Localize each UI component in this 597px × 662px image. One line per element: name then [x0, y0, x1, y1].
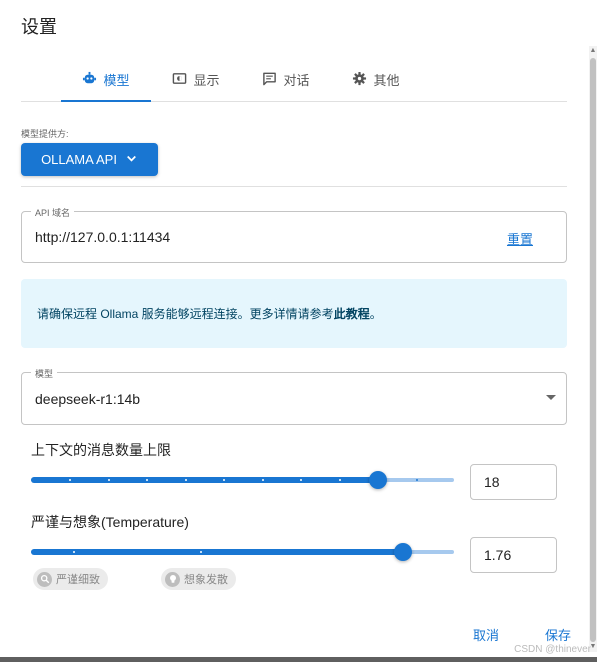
- provider-value: OLLAMA API: [41, 152, 117, 167]
- context-limit-input[interactable]: 18: [470, 464, 557, 500]
- info-notice-text: 请确保远程 Ollama 服务能够远程连接。更多详情请参考此教程。: [37, 305, 382, 322]
- slider-mark: [223, 479, 225, 481]
- model-select-value: deepseek-r1:14b: [35, 391, 141, 407]
- tab-display-label: 显示: [193, 73, 220, 88]
- api-host-legend: API 域名: [31, 206, 75, 219]
- settings-dialog: 设置 ▲ ▼ 模型 显示 对话 其他 模型提供方: OLLAMA API API…: [0, 0, 597, 662]
- chevron-down-icon: [125, 152, 138, 168]
- model-select-legend: 模型: [31, 367, 58, 380]
- scrollbar[interactable]: ▲ ▼: [589, 46, 597, 652]
- tab-other-label: 其他: [373, 73, 400, 88]
- info-text-main: 请确保远程 Ollama 服务能够远程连接。更多详情请参考: [37, 307, 334, 321]
- imaginative-chip[interactable]: 想象发散: [161, 568, 236, 590]
- tab-chat-label: 对话: [283, 73, 310, 88]
- display-icon: [172, 71, 187, 89]
- reset-button[interactable]: 重置: [507, 229, 533, 248]
- window-bottom-edge: [0, 657, 597, 662]
- slider-thumb[interactable]: [394, 543, 412, 561]
- tab-model-label: 模型: [103, 73, 130, 88]
- slider-mark: [416, 479, 418, 481]
- imaginative-chip-label: 想象发散: [184, 574, 228, 586]
- save-button[interactable]: 保存: [545, 625, 571, 644]
- slider-mark: [300, 479, 302, 481]
- provider-label: 模型提供方:: [21, 129, 69, 139]
- tab-chat[interactable]: 对话: [241, 58, 331, 101]
- tutorial-link[interactable]: 此教程: [334, 307, 370, 321]
- tab-display[interactable]: 显示: [151, 58, 241, 101]
- tab-other[interactable]: 其他: [331, 58, 421, 101]
- watermark: CSDN @thinever: [514, 644, 591, 655]
- rigorous-icon: [37, 571, 52, 587]
- slider-mark: [73, 551, 75, 553]
- dialog-title: 设置: [21, 17, 57, 37]
- robot-icon: [82, 71, 97, 89]
- temperature-label: 严谨与想象(Temperature): [31, 514, 189, 530]
- slider-mark: [108, 479, 110, 481]
- slider-mark: [185, 479, 187, 481]
- rigorous-chip[interactable]: 严谨细致: [33, 568, 108, 590]
- provider-select-button[interactable]: OLLAMA API: [21, 143, 158, 176]
- slider-track: [31, 549, 403, 555]
- lightbulb-icon: [165, 571, 180, 587]
- chat-icon: [262, 71, 277, 89]
- cancel-button[interactable]: 取消: [473, 625, 499, 644]
- model-select[interactable]: 模型 deepseek-r1:14b: [21, 367, 567, 425]
- context-limit-label: 上下文的消息数量上限: [31, 442, 171, 458]
- slider-mark: [339, 479, 341, 481]
- gear-icon: [352, 71, 367, 89]
- slider-track: [31, 477, 378, 483]
- scroll-up-icon[interactable]: ▲: [589, 46, 597, 56]
- caret-down-icon: [546, 395, 556, 400]
- api-host-input[interactable]: http://127.0.0.1:11434: [35, 229, 170, 245]
- slider-mark: [146, 479, 148, 481]
- slider-mark: [262, 479, 264, 481]
- settings-tabs: 模型 显示 对话 其他: [21, 58, 567, 102]
- context-limit-slider[interactable]: [31, 470, 454, 490]
- slider-thumb[interactable]: [369, 471, 387, 489]
- info-notice: 请确保远程 Ollama 服务能够远程连接。更多详情请参考此教程。: [21, 279, 567, 348]
- scroll-thumb[interactable]: [590, 58, 596, 642]
- section-divider: [21, 186, 567, 187]
- rigorous-chip-label: 严谨细致: [56, 574, 100, 586]
- info-text-suffix: 。: [369, 307, 382, 321]
- slider-mark: [69, 479, 71, 481]
- slider-mark: [200, 551, 202, 553]
- tab-model[interactable]: 模型: [61, 58, 151, 102]
- temperature-slider[interactable]: [31, 542, 454, 562]
- temperature-input[interactable]: 1.76: [470, 537, 557, 573]
- api-host-field[interactable]: API 域名 http://127.0.0.1:11434 重置: [21, 206, 567, 263]
